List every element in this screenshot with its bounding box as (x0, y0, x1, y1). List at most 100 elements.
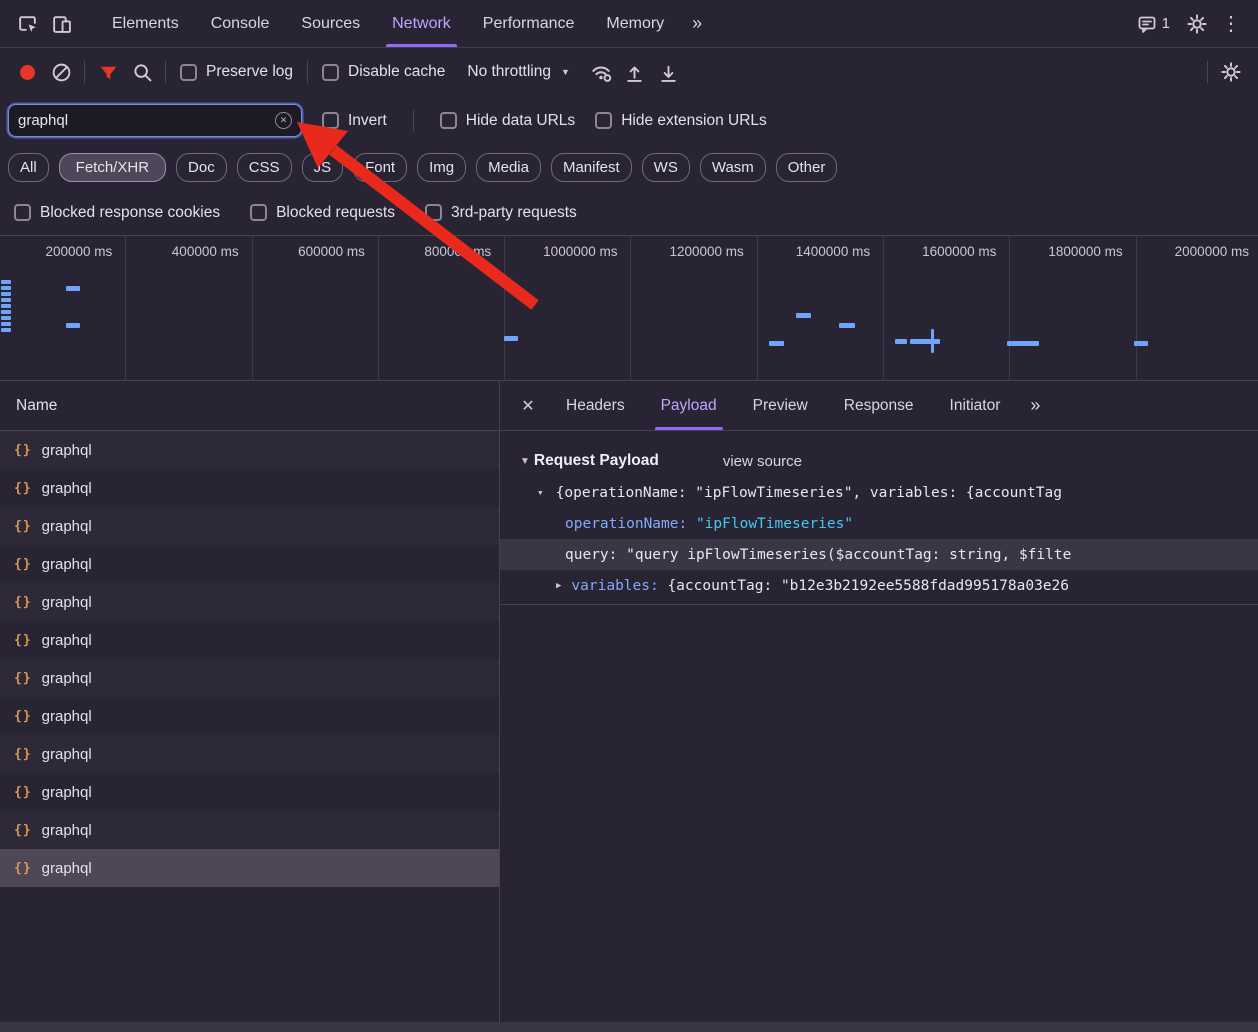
blocked-response-cookies-checkbox[interactable]: Blocked response cookies (14, 204, 220, 222)
network-settings-gear-icon[interactable] (1214, 55, 1248, 89)
payload-divider (500, 604, 1258, 605)
checkbox-box[interactable] (250, 204, 267, 221)
network-main-panel: Name {}graphql {}graphql {}graphql {}gra… (0, 381, 1258, 1022)
request-payload-section[interactable]: ▼ Request Payload view source (500, 445, 1258, 477)
chip-doc[interactable]: Doc (176, 153, 227, 182)
request-row[interactable]: {}graphql (0, 697, 499, 735)
request-row[interactable]: {}graphql (0, 659, 499, 697)
checkbox-box[interactable] (595, 112, 612, 129)
blocked-requests-checkbox[interactable]: Blocked requests (250, 204, 395, 222)
chip-fetch-xhr[interactable]: Fetch/XHR (59, 153, 166, 182)
request-row[interactable]: {}graphql (0, 621, 499, 659)
preserve-log-checkbox[interactable]: Preserve log (172, 63, 301, 81)
payload-operation-name-row[interactable]: operationName: "ipFlowTimeseries" (500, 508, 1258, 539)
tab-initiator[interactable]: Initiator (932, 381, 1019, 430)
request-row[interactable]: {}graphql (0, 735, 499, 773)
filter-input[interactable]: graphql ✕ (8, 104, 302, 137)
json-key: operationName: (565, 516, 696, 532)
toolbar-divider (84, 61, 85, 83)
chip-font[interactable]: Font (353, 153, 407, 182)
more-details-tabs-button[interactable]: » (1018, 395, 1052, 416)
network-overview-timeline[interactable]: 200000 ms 400000 ms 600000 ms 800000 ms … (0, 235, 1258, 381)
request-row[interactable]: {}graphql (0, 811, 499, 849)
request-row[interactable]: {}graphql (0, 507, 499, 545)
disable-cache-checkbox[interactable]: Disable cache (314, 63, 453, 81)
tab-performance[interactable]: Performance (467, 0, 591, 47)
chip-img[interactable]: Img (417, 153, 466, 182)
waterfall-bar (1007, 341, 1039, 346)
network-conditions-button[interactable] (584, 55, 618, 89)
export-har-button[interactable] (652, 55, 686, 89)
device-toolbar-button[interactable] (44, 7, 78, 41)
collapse-triangle-icon[interactable]: ▾ (537, 486, 544, 499)
json-key: query: (565, 547, 626, 563)
expand-triangle-icon[interactable]: ▶ (556, 581, 561, 591)
chip-other[interactable]: Other (776, 153, 838, 182)
tab-headers[interactable]: Headers (548, 381, 643, 430)
throttling-dropdown[interactable]: No throttling ▼ (453, 63, 584, 81)
request-row[interactable]: {} graphql (0, 545, 499, 583)
request-row[interactable]: {}graphql (0, 431, 499, 469)
waterfall-bar (910, 339, 940, 344)
json-value: "query ipFlowTimeseries($accountTag: str… (626, 547, 1071, 563)
tab-network[interactable]: Network (376, 0, 467, 47)
chip-media[interactable]: Media (476, 153, 541, 182)
inspect-element-button[interactable] (10, 7, 44, 41)
waterfall-bar (769, 341, 784, 346)
view-source-link[interactable]: view source (723, 453, 802, 470)
payload-summary-row[interactable]: ▾ {operationName: "ipFlowTimeseries", va… (500, 477, 1258, 508)
clear-network-log-button[interactable] (44, 55, 78, 89)
json-braces-icon: {} (14, 557, 32, 572)
invert-checkbox[interactable]: Invert (322, 112, 387, 130)
filter-toggle-button[interactable] (91, 55, 125, 89)
section-collapse-icon[interactable]: ▼ (520, 456, 530, 467)
request-rows: {}graphql {}graphql {}graphql {}graphql … (0, 431, 499, 1022)
record-button[interactable] (10, 55, 44, 89)
kebab-menu-button[interactable]: ⋮ (1214, 7, 1248, 41)
chip-ws[interactable]: WS (642, 153, 690, 182)
json-value: "ipFlowTimeseries" (696, 516, 853, 532)
blocked-response-cookies-label: Blocked response cookies (40, 204, 220, 222)
request-row-selected[interactable]: {}graphql (0, 849, 499, 887)
tab-console[interactable]: Console (195, 0, 286, 47)
chip-css[interactable]: CSS (237, 153, 292, 182)
search-button[interactable] (125, 55, 159, 89)
import-har-button[interactable] (618, 55, 652, 89)
chip-wasm[interactable]: Wasm (700, 153, 766, 182)
third-party-requests-checkbox[interactable]: 3rd-party requests (425, 204, 577, 222)
request-list-panel: Name {}graphql {}graphql {}graphql {}gra… (0, 381, 500, 1022)
request-row[interactable]: {}graphql (0, 583, 499, 621)
payload-variables-row[interactable]: ▶ variables: {accountTag: "b12e3b2192ee5… (500, 570, 1258, 601)
payload-query-row-selected[interactable]: query: "query ipFlowTimeseries($accountT… (500, 539, 1258, 570)
cursor-icon (28, 25, 35, 32)
clear-filter-icon[interactable]: ✕ (275, 112, 292, 129)
waterfall-bar (1134, 341, 1148, 346)
tab-sources[interactable]: Sources (285, 0, 376, 47)
tab-preview[interactable]: Preview (735, 381, 826, 430)
console-messages-icon[interactable] (1134, 7, 1160, 41)
details-tab-bar: ✕ Headers Payload Preview Response Initi… (500, 381, 1258, 431)
request-name: graphql (42, 556, 92, 573)
tab-elements[interactable]: Elements (96, 0, 195, 47)
checkbox-box[interactable] (425, 204, 442, 221)
checkbox-box[interactable] (14, 204, 31, 221)
name-column-header[interactable]: Name (0, 381, 499, 431)
tab-response[interactable]: Response (826, 381, 932, 430)
close-details-button[interactable]: ✕ (508, 396, 548, 416)
hide-data-urls-checkbox[interactable]: Hide data URLs (440, 112, 575, 130)
tab-memory[interactable]: Memory (590, 0, 680, 47)
chip-js[interactable]: JS (302, 153, 344, 182)
checkbox-box[interactable] (322, 64, 339, 81)
tab-payload[interactable]: Payload (643, 381, 735, 430)
more-tabs-button[interactable]: » (680, 13, 714, 34)
chip-all[interactable]: All (8, 153, 49, 182)
checkbox-box[interactable] (440, 112, 457, 129)
request-row[interactable]: {}graphql (0, 469, 499, 507)
chip-manifest[interactable]: Manifest (551, 153, 632, 182)
checkbox-box[interactable] (322, 112, 339, 129)
waterfall-bar (1, 298, 11, 302)
settings-gear-icon[interactable] (1180, 7, 1214, 41)
hide-extension-urls-checkbox[interactable]: Hide extension URLs (595, 112, 767, 130)
checkbox-box[interactable] (180, 64, 197, 81)
request-row[interactable]: {}graphql (0, 773, 499, 811)
